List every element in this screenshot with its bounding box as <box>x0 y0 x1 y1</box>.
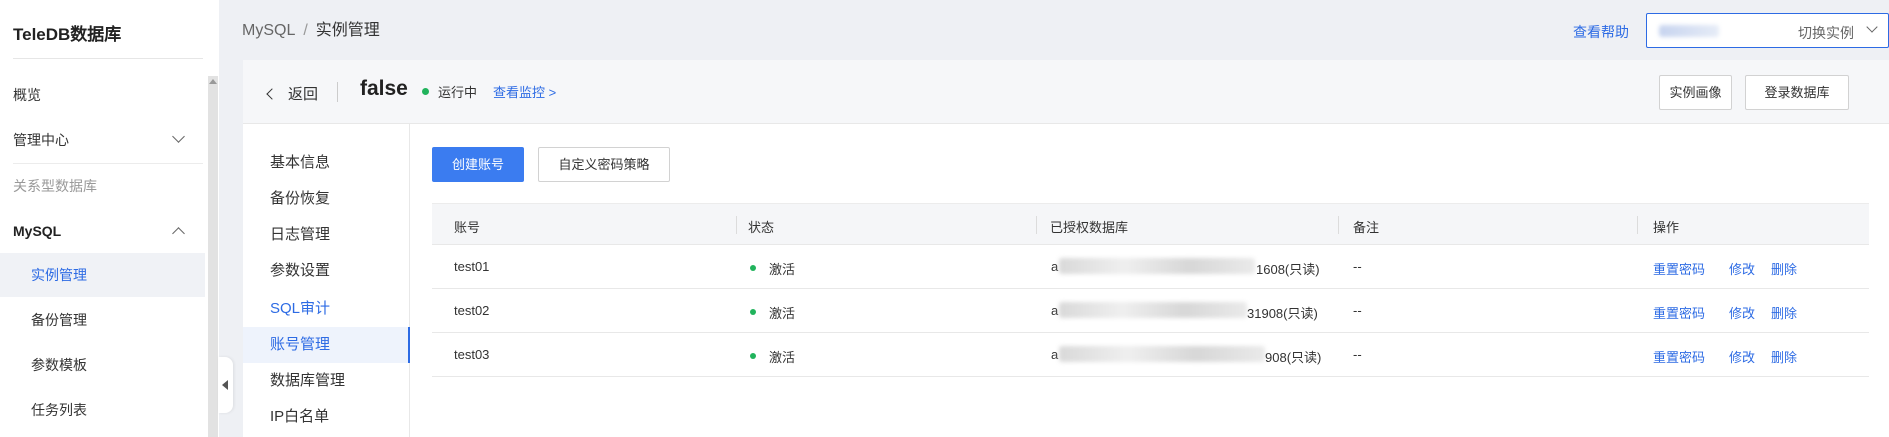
chevron-down-icon <box>1866 21 1878 33</box>
delete-link[interactable]: 删除 <box>1771 303 1797 322</box>
sidebar-item-management-center[interactable]: 管理中心 <box>0 118 205 162</box>
breadcrumb-separator: / <box>303 22 308 39</box>
column-resizer[interactable] <box>1338 216 1339 234</box>
status-dot-icon <box>750 265 756 271</box>
active-tab-indicator <box>408 327 410 363</box>
instance-profile-button[interactable]: 实例画像 <box>1659 75 1732 110</box>
status-dot-icon <box>750 353 756 359</box>
tab-log-mgmt[interactable]: 日志管理 <box>243 217 410 253</box>
account-status: 激活 <box>769 306 796 321</box>
divider <box>409 124 410 437</box>
sidebar-item-param-template[interactable]: 参数模板 <box>0 343 205 387</box>
authorized-db-prefix: a <box>1051 259 1059 274</box>
sidebar-item-task-list[interactable]: 任务列表 <box>0 388 205 432</box>
instance-switch-select[interactable]: 切换实例 <box>1646 13 1889 48</box>
caret-left-icon <box>222 380 228 390</box>
sidebar-item-backup-mgmt[interactable]: 备份管理 <box>0 298 205 342</box>
redacted-instance-name <box>1659 25 1719 37</box>
delete-link[interactable]: 删除 <box>1771 259 1797 278</box>
authorized-db-suffix: 31908(只读) <box>1247 306 1318 321</box>
instance-status: 运行中 <box>438 85 478 100</box>
divider <box>337 82 338 102</box>
tab-basic-info[interactable]: 基本信息 <box>243 145 410 181</box>
column-header-account: 账号 <box>454 220 481 235</box>
column-resizer[interactable] <box>1637 216 1638 234</box>
redacted-db-name <box>1059 346 1265 362</box>
custom-password-policy-button[interactable]: 自定义密码策略 <box>538 147 670 182</box>
account-name: test02 <box>454 303 490 318</box>
scroll-up-arrow-icon[interactable] <box>209 79 217 84</box>
account-status: 激活 <box>769 262 796 277</box>
tab-param-settings[interactable]: 参数设置 <box>243 253 410 289</box>
sidebar-scrollbar[interactable] <box>208 76 218 437</box>
divider <box>13 58 203 59</box>
edit-link[interactable]: 修改 <box>1729 347 1755 366</box>
instance-switch-label: 切换实例 <box>1798 25 1854 41</box>
chevron-left-icon <box>266 88 278 100</box>
column-resizer[interactable] <box>1036 216 1037 234</box>
instance-name: false <box>360 77 408 100</box>
breadcrumb: MySQL / 实例管理 <box>242 16 380 40</box>
table-row: test02 激活 a 31908(只读) -- 重置密码 修改 删除 <box>432 289 1869 333</box>
instance-header: 返回 false 运行中 查看监控 > 实例画像 登录数据库 <box>243 60 1889 124</box>
delete-link[interactable]: 删除 <box>1771 347 1797 366</box>
breadcrumb-item-mysql[interactable]: MySQL <box>242 22 295 39</box>
sidebar-group-relational-db: 关系型数据库 <box>13 178 97 194</box>
edit-link[interactable]: 修改 <box>1729 259 1755 278</box>
create-account-button[interactable]: 创建账号 <box>432 147 524 182</box>
sidebar-item-instance-mgmt[interactable]: 实例管理 <box>0 253 205 297</box>
tab-account-mgmt[interactable]: 账号管理 <box>243 327 410 363</box>
account-status: 激活 <box>769 350 796 365</box>
help-link[interactable]: 查看帮助 <box>1573 22 1629 42</box>
account-remark: -- <box>1353 347 1362 362</box>
authorized-db-suffix: 1608(只读) <box>1256 262 1320 277</box>
main-panel: 返回 false 运行中 查看监控 > 实例画像 登录数据库 基本信息 备份恢复… <box>243 60 1889 437</box>
table-header: 账号 状态 已授权数据库 备注 操作 <box>432 203 1869 245</box>
back-button[interactable]: 返回 <box>266 83 319 104</box>
back-label: 返回 <box>288 86 319 103</box>
authorized-db-suffix: 908(只读) <box>1265 350 1322 365</box>
breadcrumb-item-current: 实例管理 <box>315 22 380 39</box>
column-header-authorized-db: 已授权数据库 <box>1050 220 1129 235</box>
account-name: test01 <box>454 259 490 274</box>
redacted-db-name <box>1059 302 1247 318</box>
view-monitor-link[interactable]: 查看监控 > <box>493 82 556 101</box>
authorized-db-prefix: a <box>1051 303 1059 318</box>
edit-link[interactable]: 修改 <box>1729 303 1755 322</box>
column-resizer[interactable] <box>736 216 737 234</box>
accounts-table: 账号 状态 已授权数据库 备注 操作 test01 激活 a 1608(只读) … <box>432 203 1869 377</box>
reset-password-link[interactable]: 重置密码 <box>1653 347 1705 366</box>
sidebar: TeleDB数据库 概览 管理中心 关系型数据库 MySQL 实例管理 备份管理… <box>0 0 219 437</box>
column-header-remark: 备注 <box>1353 220 1380 235</box>
account-name: test03 <box>454 347 490 362</box>
table-row: test01 激活 a 1608(只读) -- 重置密码 修改 删除 <box>432 245 1869 289</box>
table-row: test03 激活 a 908(只读) -- 重置密码 修改 删除 <box>432 333 1869 377</box>
reset-password-link[interactable]: 重置密码 <box>1653 303 1705 322</box>
redacted-db-name <box>1059 258 1255 274</box>
account-remark: -- <box>1353 259 1362 274</box>
sidebar-item-mysql[interactable]: MySQL <box>0 209 205 253</box>
chevron-up-icon <box>172 227 185 240</box>
column-header-actions: 操作 <box>1653 220 1680 235</box>
sidebar-item-label: 管理中心 <box>13 132 69 148</box>
sidebar-item-overview[interactable]: 概览 <box>0 73 205 117</box>
tab-database-mgmt[interactable]: 数据库管理 <box>243 363 410 399</box>
reset-password-link[interactable]: 重置密码 <box>1653 259 1705 278</box>
status-dot-icon <box>422 88 429 95</box>
sidebar-collapse-toggle[interactable] <box>218 357 233 413</box>
account-remark: -- <box>1353 303 1362 318</box>
sidebar-item-label: MySQL <box>13 223 62 239</box>
column-header-status: 状态 <box>748 220 775 235</box>
status-dot-icon <box>750 309 756 315</box>
chevron-down-icon <box>172 130 185 143</box>
authorized-db-prefix: a <box>1051 347 1059 362</box>
tab-backup-restore[interactable]: 备份恢复 <box>243 181 410 217</box>
tab-sql-audit[interactable]: SQL审计 <box>243 291 410 327</box>
login-db-button[interactable]: 登录数据库 <box>1745 75 1849 110</box>
tab-ip-whitelist[interactable]: IP白名单 <box>243 399 410 435</box>
app-logo: TeleDB数据库 <box>13 25 122 44</box>
